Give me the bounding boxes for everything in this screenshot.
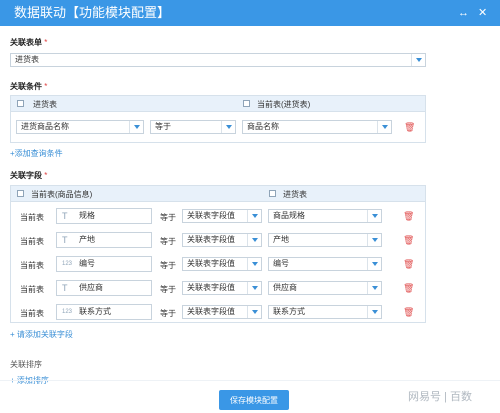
add-condition-link[interactable]: +添加查询条件	[10, 148, 63, 159]
current-field-input[interactable]: T 供应商	[56, 280, 152, 296]
save-config-button[interactable]: 保存模块配置	[219, 390, 289, 410]
chevron-down-icon	[411, 54, 425, 66]
operator-label: 等于	[160, 285, 176, 294]
text-field-icon: T	[62, 283, 68, 293]
source-select[interactable]: 关联表字段值	[182, 305, 262, 319]
resize-icon[interactable]: ↔	[458, 5, 469, 21]
select-all-checkbox[interactable]	[17, 100, 24, 107]
row-table-label: 当前表	[20, 285, 44, 294]
chevron-down-icon	[367, 234, 381, 246]
fields-right-header: 进货表	[283, 190, 307, 199]
watermark: 网易号 | 百数	[408, 391, 472, 403]
current-field-input[interactable]: T 产地	[56, 232, 152, 248]
close-icon[interactable]: ✕	[478, 5, 487, 21]
conditions-panel: 进货表 当前表(进货表)	[10, 95, 426, 143]
trash-icon[interactable]: 🗑	[403, 211, 414, 222]
target-field-select[interactable]: 商品规格	[268, 209, 382, 223]
operator-label: 等于	[160, 261, 176, 270]
row-table-label: 当前表	[20, 261, 44, 270]
source-select[interactable]: 关联表字段值	[182, 257, 262, 271]
select-all-checkbox[interactable]	[269, 190, 276, 197]
chevron-down-icon	[367, 210, 381, 222]
operator-label: 等于	[160, 309, 176, 318]
chevron-down-icon	[247, 282, 261, 294]
window-title: 数据联动【功能模块配置】	[14, 5, 171, 20]
chevron-down-icon	[129, 121, 143, 133]
select-all-checkbox[interactable]	[17, 190, 24, 197]
conditions-left-header: 进货表	[33, 100, 57, 109]
conditions-right-header: 当前表(进货表)	[257, 100, 311, 109]
fields-panel: 当前表(商品信息) 进货表	[10, 185, 426, 323]
condition-right-field-select[interactable]: 商品名称	[242, 120, 392, 134]
add-field-link[interactable]: + 请添加关联字段	[10, 329, 73, 340]
sort-label: 关联排序	[10, 360, 42, 369]
trash-icon[interactable]: 🗑	[403, 259, 414, 270]
operator-label: 等于	[160, 237, 176, 246]
chevron-down-icon	[247, 234, 261, 246]
source-select[interactable]: 关联表字段值	[182, 281, 262, 295]
number-field-icon: 123	[62, 309, 73, 315]
number-field-icon: 123	[62, 261, 73, 267]
current-field-input[interactable]: 123 联系方式	[56, 304, 152, 320]
operator-label: 等于	[160, 213, 176, 222]
current-field-input[interactable]: T 规格	[56, 208, 152, 224]
related-form-select[interactable]: 进货表	[10, 53, 426, 67]
fields-label: 关联字段 *	[10, 171, 48, 180]
chevron-down-icon	[367, 282, 381, 294]
row-table-label: 当前表	[20, 309, 44, 318]
fields-left-header: 当前表(商品信息)	[31, 190, 93, 199]
footer-divider	[0, 380, 500, 381]
trash-icon[interactable]: 🗑	[403, 283, 414, 294]
conditions-panel-header: 进货表 当前表(进货表)	[11, 96, 425, 112]
condition-operator-select[interactable]: 等于	[150, 120, 236, 134]
chevron-down-icon	[247, 306, 261, 318]
row-table-label: 当前表	[20, 237, 44, 246]
select-all-checkbox[interactable]	[243, 100, 250, 107]
trash-icon[interactable]: 🗑	[403, 235, 414, 246]
chevron-down-icon	[247, 258, 261, 270]
target-field-select[interactable]: 产地	[268, 233, 382, 247]
chevron-down-icon	[247, 210, 261, 222]
text-field-icon: T	[62, 235, 68, 245]
chevron-down-icon	[367, 258, 381, 270]
row-table-label: 当前表	[20, 213, 44, 222]
fields-panel-header: 当前表(商品信息) 进货表	[11, 186, 425, 202]
source-select[interactable]: 关联表字段值	[182, 209, 262, 223]
target-field-select[interactable]: 联系方式	[268, 305, 382, 319]
trash-icon[interactable]: 🗑	[403, 307, 414, 318]
chevron-down-icon	[221, 121, 235, 133]
target-field-select[interactable]: 编号	[268, 257, 382, 271]
text-field-icon: T	[62, 211, 68, 221]
source-select[interactable]: 关联表字段值	[182, 233, 262, 247]
window-titlebar: 数据联动【功能模块配置】 ↔ ✕	[0, 0, 500, 26]
target-field-select[interactable]: 供应商	[268, 281, 382, 295]
chevron-down-icon	[367, 306, 381, 318]
condition-left-field-select[interactable]: 进货商品名称	[16, 120, 144, 134]
conditions-label: 关联条件 *	[10, 82, 48, 91]
related-form-label: 关联表单 *	[10, 38, 48, 47]
current-field-input[interactable]: 123 编号	[56, 256, 152, 272]
trash-icon[interactable]: 🗑	[404, 122, 415, 133]
chevron-down-icon	[377, 121, 391, 133]
